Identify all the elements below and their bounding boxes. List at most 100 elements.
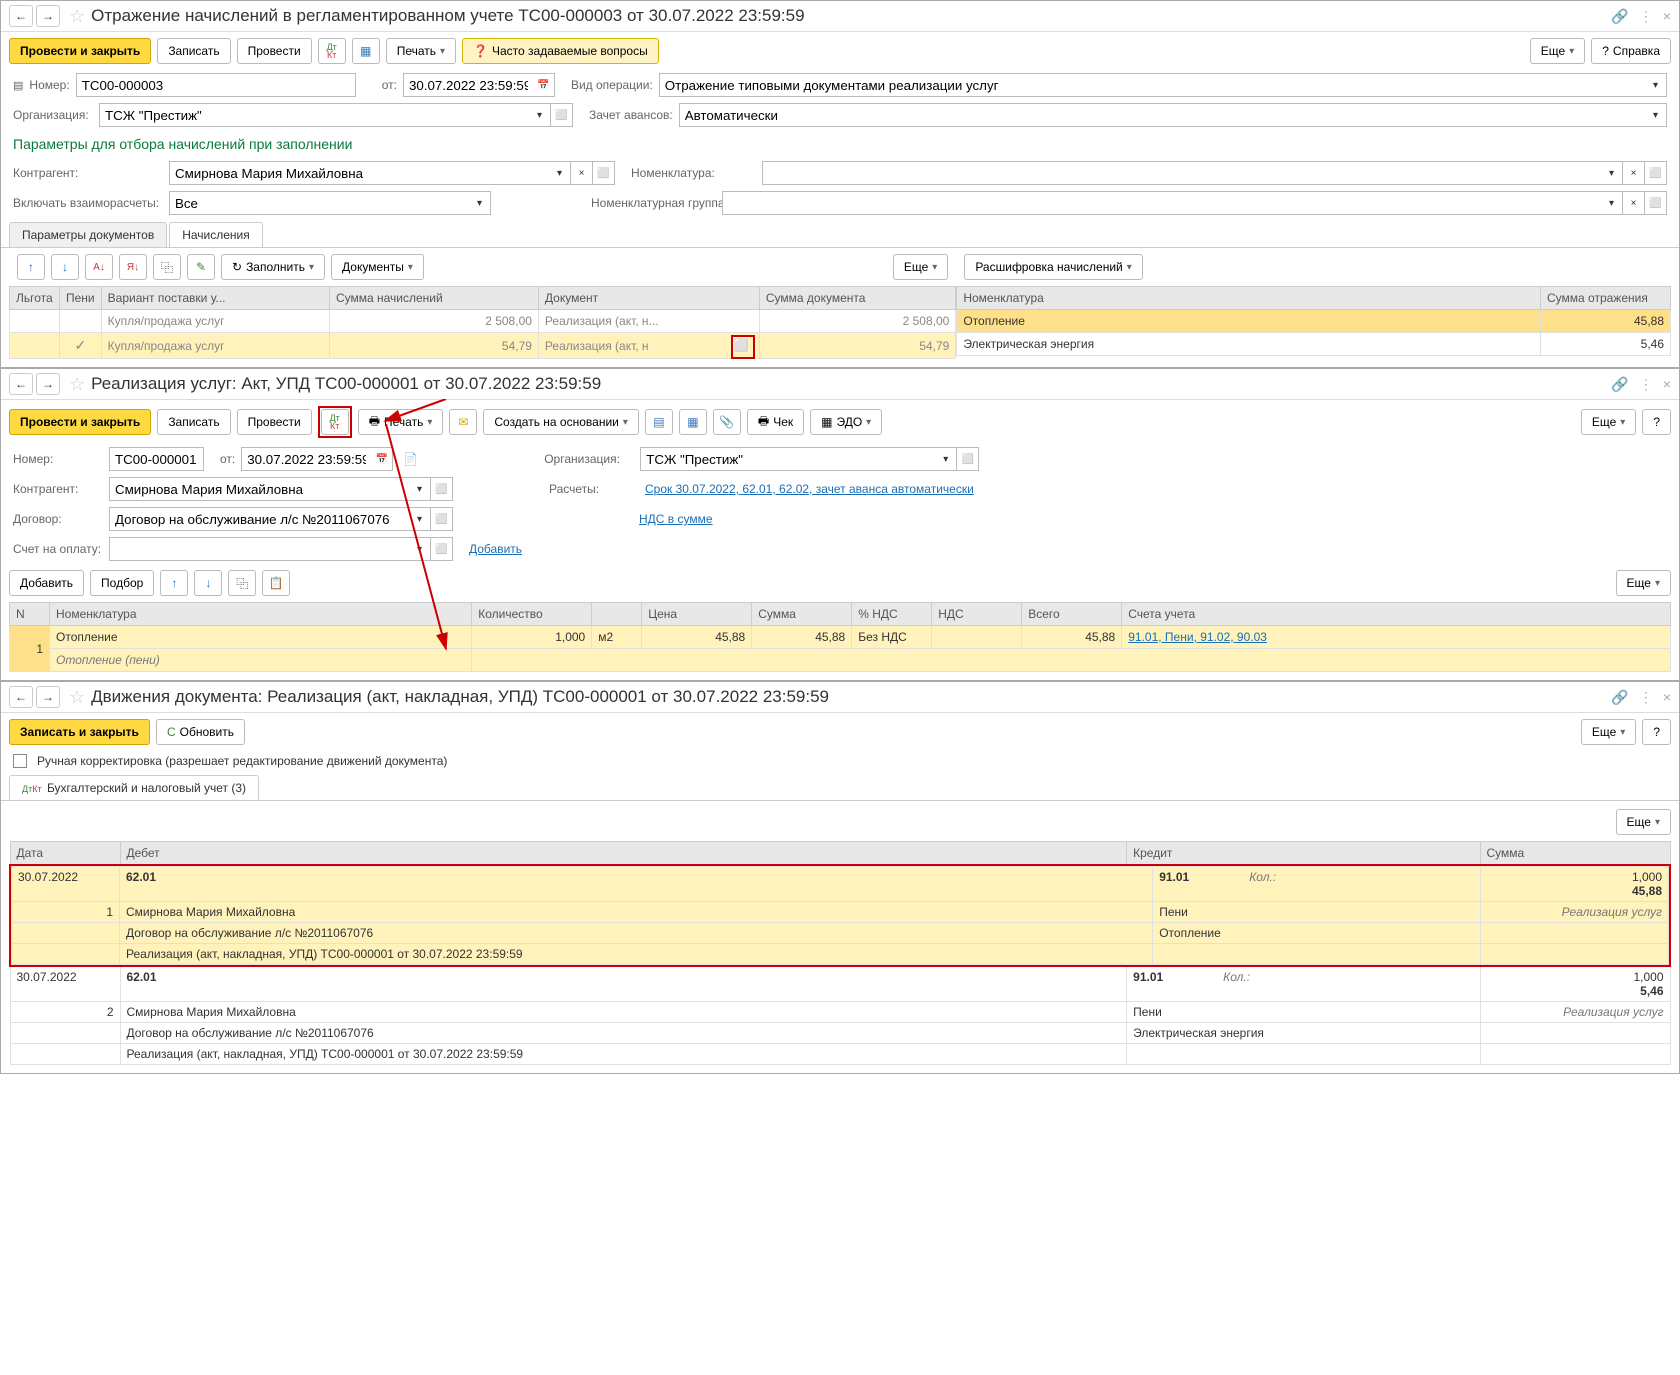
calc-link[interactable]: Срок 30.07.2022, 62.01, 62.02, зачет ава… [645,482,974,496]
help-button[interactable]: ? [1642,719,1671,745]
email-button[interactable]: ✉ [449,409,477,435]
counterparty-input[interactable] [109,477,409,501]
tab-accruals[interactable]: Начисления [169,222,263,247]
menu-icon[interactable]: ⋮ [1639,8,1653,25]
dropdown-icon[interactable]: ▾ [529,103,551,127]
copy-button[interactable]: ⿻ [228,570,256,596]
advance-input[interactable] [679,103,1645,127]
help-button[interactable]: ? Справка [1591,38,1671,64]
up-button[interactable]: ↑ [160,570,188,596]
table-row[interactable]: 1 Отопление 1,000 м2 45,88 45,88 Без НДС… [10,626,1671,649]
open-doc-icon[interactable]: ⬜ [734,338,752,356]
pick-button[interactable]: Подбор [90,570,154,596]
faq-button[interactable]: ❓ Часто задаваемые вопросы [462,38,659,64]
more-button[interactable]: Еще [1616,809,1671,835]
check-button[interactable]: 🖶 Чек [747,409,804,435]
doc-button[interactable]: ▤ [645,409,673,435]
more-button[interactable]: Еще [1581,409,1636,435]
close-icon[interactable]: × [1663,689,1671,706]
table-row[interactable]: Отопление 45,88 [957,310,1671,333]
edo-button[interactable]: ▦ ЭДО [810,409,882,435]
copy-button[interactable]: ⿻ [153,254,181,280]
vat-link[interactable]: НДС в сумме [639,512,713,526]
dropdown-icon[interactable]: ▾ [1645,103,1667,127]
date-input[interactable] [241,447,371,471]
op-type-input[interactable] [659,73,1645,97]
invoice-input[interactable] [109,537,409,561]
structure-button[interactable]: ▦ [352,38,380,64]
dtkt-button[interactable]: ДтКт [321,409,349,435]
table-row[interactable]: Реализация (акт, накладная, УПД) ТС00-00… [10,1044,1670,1065]
more-button[interactable]: Еще [893,254,948,280]
refresh-button[interactable]: С Обновить [156,719,245,745]
settlements-input[interactable] [169,191,469,215]
post-close-button[interactable]: Провести и закрыть [9,38,151,64]
table-row[interactable]: ✓ Купля/продажа услуг 54,79 Реализация (… [10,333,956,359]
paste-button[interactable]: 📋 [262,570,290,596]
star-icon[interactable]: ☆ [69,687,85,708]
struct-button[interactable]: ▦ [679,409,707,435]
attach-button[interactable]: 📎 [713,409,741,435]
print-button[interactable]: Печать [386,38,456,64]
table-row[interactable]: 30.07.2022 62.01 91.01Кол.: 1,0005,46 [10,966,1670,1002]
dropdown-icon[interactable]: ▾ [1645,73,1667,97]
table-row[interactable]: Электрическая энергия 5,46 [957,333,1671,356]
decode-button[interactable]: Расшифровка начислений [964,254,1142,280]
post-button[interactable]: Провести [237,409,312,435]
calendar-icon[interactable]: 📅 [371,447,393,471]
down-button[interactable]: ↓ [194,570,222,596]
table-row[interactable]: Отопление (пени) [10,649,1671,672]
more-button[interactable]: Еще [1616,570,1671,596]
forward-button[interactable]: → [36,686,60,708]
calendar-icon[interactable]: 📅 [533,73,555,97]
star-icon[interactable]: ☆ [69,374,85,395]
help-button[interactable]: ? [1642,409,1671,435]
number-input[interactable] [76,73,356,97]
table-row[interactable]: Реализация (акт, накладная, УПД) ТС00-00… [12,944,1669,965]
back-button[interactable]: ← [9,373,33,395]
save-button[interactable]: Записать [157,38,230,64]
dtkt-button[interactable]: ДтКт [318,38,346,64]
date-input[interactable] [403,73,533,97]
sort-desc-button[interactable]: Я↓ [119,254,147,280]
add-button[interactable]: Добавить [9,570,84,596]
close-icon[interactable]: × [1663,376,1671,393]
add-link[interactable]: Добавить [469,542,522,556]
org-input[interactable] [640,447,935,471]
menu-icon[interactable]: ⋮ [1639,689,1653,706]
back-button[interactable]: ← [9,686,33,708]
forward-button[interactable]: → [36,373,60,395]
link-icon[interactable]: 🔗 [1611,8,1628,25]
close-icon[interactable]: × [1663,8,1671,25]
manual-checkbox[interactable] [13,754,27,768]
more-button[interactable]: Еще [1530,38,1585,64]
table-row[interactable]: 30.07.2022 62.01 91.01Кол.: 1,00045,88 [12,867,1669,902]
back-button[interactable]: ← [9,5,33,27]
org-input[interactable] [99,103,529,127]
sort-asc-button[interactable]: А↓ [85,254,113,280]
table-row[interactable]: 1 Смирнова Мария Михайловна Пени Реализа… [12,902,1669,923]
documents-button[interactable]: Документы [331,254,424,280]
print-button[interactable]: 🖶 Печать [358,409,444,435]
create-based-button[interactable]: Создать на основании [483,409,639,435]
post-button[interactable]: Провести [237,38,312,64]
forward-button[interactable]: → [36,5,60,27]
star-icon[interactable]: ☆ [69,6,85,27]
save-button[interactable]: Записать [157,409,230,435]
contract-input[interactable] [109,507,409,531]
table-row[interactable]: Купля/продажа услуг 2 508,00 Реализация … [10,310,956,333]
tab-accounting[interactable]: ДтКт Бухгалтерский и налоговый учет (3) [9,775,259,800]
counterparty-input[interactable] [169,161,549,185]
open-icon[interactable]: ⬜ [551,103,573,127]
number-input[interactable] [109,447,204,471]
fill-button[interactable]: ↻ Заполнить [221,254,325,280]
nomen-group-input[interactable] [722,191,1601,215]
table-row[interactable]: Договор на обслуживание л/с №2011067076 … [10,1023,1670,1044]
table-row[interactable]: 2 Смирнова Мария Михайловна Пени Реализа… [10,1002,1670,1023]
menu-icon[interactable]: ⋮ [1639,376,1653,393]
table-row[interactable]: Договор на обслуживание л/с №2011067076 … [12,923,1669,944]
save-close-button[interactable]: Записать и закрыть [9,719,150,745]
edit-button[interactable]: ✎ [187,254,215,280]
up-button[interactable]: ↑ [17,254,45,280]
post-close-button[interactable]: Провести и закрыть [9,409,151,435]
